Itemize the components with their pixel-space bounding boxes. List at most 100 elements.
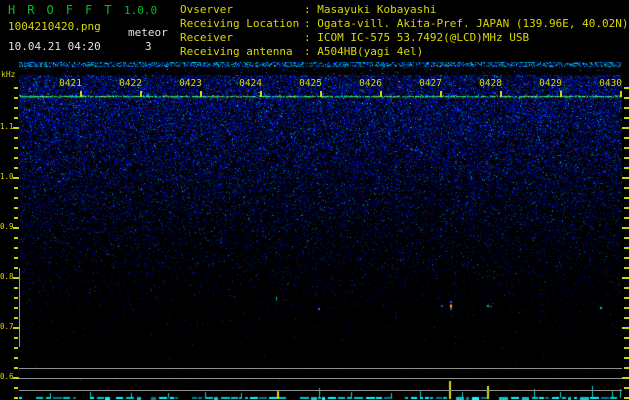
time-tick (80, 91, 82, 97)
time-tick (500, 91, 502, 97)
freq-tick-major-right (622, 127, 629, 129)
hrofft-window: H R O F F T 1.0.0 1004210420.png meteor … (0, 0, 629, 400)
reference-gridline (19, 390, 622, 391)
freq-tick-minor (14, 147, 18, 149)
freq-tick-minor (14, 357, 18, 359)
time-axis-label: 0424 (239, 78, 262, 89)
meteor-count-label: meteor (128, 26, 168, 39)
freq-axis-label: 0.7 (0, 322, 14, 331)
freq-tick-minor (14, 137, 18, 139)
freq-tick-major (13, 177, 19, 179)
freq-tick-minor (14, 107, 18, 109)
time-tick (260, 91, 262, 97)
freq-tick-minor-right (624, 157, 629, 159)
station-info-row: Receiving antenna : A504HB(yagi 4el) (180, 45, 629, 59)
reference-gridline (19, 368, 622, 369)
time-tick (620, 91, 622, 97)
time-axis-label: 0423 (179, 78, 202, 89)
freq-tick-minor-right (624, 107, 629, 109)
freq-tick-minor (14, 267, 18, 269)
freq-tick-minor (14, 337, 18, 339)
station-info-value: : Masayuki Kobayashi (304, 3, 437, 16)
freq-tick-major-right (622, 227, 629, 229)
freq-tick-major-right (622, 277, 629, 279)
station-info-block: Ovserver: Masayuki Kobayashi Receiving Lo… (180, 3, 629, 59)
freq-axis-label: 1.0 (0, 172, 14, 181)
freq-tick-minor-right (624, 217, 629, 219)
app-version: 1.0.0 (124, 4, 158, 17)
capture-filename: 1004210420.png (8, 20, 101, 33)
freq-tick-minor-right (624, 267, 629, 269)
station-info-row: Receiving Location : Ogata-vill. Akita-Pr… (180, 17, 629, 31)
freq-tick-minor (14, 317, 18, 319)
freq-tick-major-right (622, 177, 629, 179)
freq-tick-minor-right (624, 187, 629, 189)
freq-tick-minor (14, 247, 18, 249)
freq-tick-minor (14, 297, 18, 299)
time-axis-label: 0426 (359, 78, 382, 89)
freq-tick-major-right (622, 377, 629, 379)
freq-tick-minor-right (624, 117, 629, 119)
freq-tick-minor (14, 237, 18, 239)
freq-tick-minor-right (624, 397, 629, 399)
freq-tick-minor-right (624, 367, 629, 369)
freq-tick-minor-right (624, 207, 629, 209)
time-axis-label: 0427 (419, 78, 442, 89)
freq-tick-minor-right (624, 197, 629, 199)
reference-gridline (19, 378, 622, 379)
station-info-label: Receiver (180, 31, 233, 44)
freq-tick-minor-right (624, 387, 629, 389)
time-tick (560, 91, 562, 97)
station-info-row: Receiver : ICOM IC-575 53.7492(@LCD)MHz U… (180, 31, 629, 45)
freq-tick-minor-right (624, 87, 629, 89)
freq-axis-unit-label: kHz (1, 70, 16, 79)
capture-datetime: 10.04.21 04:20 (8, 40, 101, 53)
time-axis-label: 0425 (299, 78, 322, 89)
spectrogram-canvas (19, 62, 622, 400)
freq-axis-label: 1.1 (0, 122, 14, 131)
time-axis-label: 0422 (119, 78, 142, 89)
freq-tick-minor-right (624, 337, 629, 339)
time-tick (320, 91, 322, 97)
freq-tick-minor (14, 207, 18, 209)
time-tick (380, 91, 382, 97)
freq-tick-minor-right (624, 317, 629, 319)
time-tick (440, 91, 442, 97)
time-axis-label: 0429 (539, 78, 562, 89)
freq-tick-minor (14, 197, 18, 199)
freq-tick-minor (14, 307, 18, 309)
station-info-label: Receiving antenna (180, 45, 293, 58)
freq-tick-major (13, 127, 19, 129)
freq-tick-minor-right (624, 147, 629, 149)
station-info-value: : Ogata-vill. Akita-Pref. JAPAN (139.96E… (304, 17, 629, 30)
time-tick (140, 91, 142, 97)
freq-tick-minor (14, 367, 18, 369)
station-info-label: Receiving Location (180, 17, 300, 30)
level-scale-line (19, 268, 20, 347)
time-axis-label: 0421 (59, 78, 82, 89)
freq-tick-minor-right (624, 167, 629, 169)
freq-tick-major (13, 227, 19, 229)
time-axis-label: 0430 (599, 78, 622, 89)
station-info-value: : A504HB(yagi 4el) (304, 45, 424, 58)
station-info-value: : ICOM IC-575 53.7492(@LCD)MHz USB (304, 31, 530, 44)
freq-tick-minor (14, 157, 18, 159)
freq-tick-minor-right (624, 237, 629, 239)
freq-axis-label: 0.8 (0, 272, 14, 281)
station-info-label: Ovserver (180, 3, 233, 16)
freq-tick-minor (14, 397, 18, 399)
freq-tick-minor-right (624, 347, 629, 349)
time-axis-label: 0428 (479, 78, 502, 89)
freq-tick-minor (14, 387, 18, 389)
time-tick (200, 91, 202, 97)
freq-tick-minor-right (624, 247, 629, 249)
freq-axis-label: 0.9 (0, 222, 14, 231)
app-title: H R O F F T (8, 3, 114, 17)
freq-tick-minor-right (624, 137, 629, 139)
freq-tick-minor (14, 217, 18, 219)
freq-tick-minor-right (624, 97, 629, 99)
freq-tick-minor (14, 97, 18, 99)
freq-tick-major-right (622, 327, 629, 329)
freq-tick-minor (14, 347, 18, 349)
freq-tick-minor (14, 167, 18, 169)
